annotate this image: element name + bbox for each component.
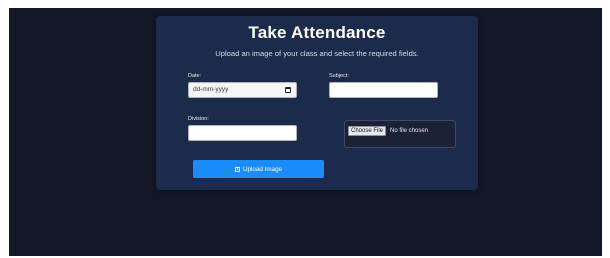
date-value: dd-mm-yyyy (193, 86, 229, 93)
app-viewport: Take Attendance Upload an image of your … (9, 8, 602, 256)
upload-button-label: Upload Image (242, 165, 283, 173)
calendar-icon[interactable] (285, 87, 291, 93)
page-title: Take Attendance (248, 23, 386, 42)
choose-file-button[interactable]: Choose File (348, 126, 387, 136)
upload-image-button[interactable]: Upload Image (193, 160, 324, 178)
date-label: Date: (188, 73, 202, 79)
subject-field[interactable] (329, 82, 438, 98)
file-upload-field[interactable]: Choose File No file chosen (344, 120, 456, 148)
division-field[interactable] (188, 125, 297, 141)
page-subtitle: Upload an image of your class and select… (215, 49, 419, 58)
subject-label: Subject: (329, 73, 349, 79)
date-field[interactable]: dd-mm-yyyy (188, 82, 297, 98)
upload-icon (234, 166, 240, 172)
attendance-card: Take Attendance Upload an image of your … (156, 16, 478, 190)
division-label: Division: (188, 116, 209, 122)
file-status-text: No file chosen (390, 128, 429, 134)
